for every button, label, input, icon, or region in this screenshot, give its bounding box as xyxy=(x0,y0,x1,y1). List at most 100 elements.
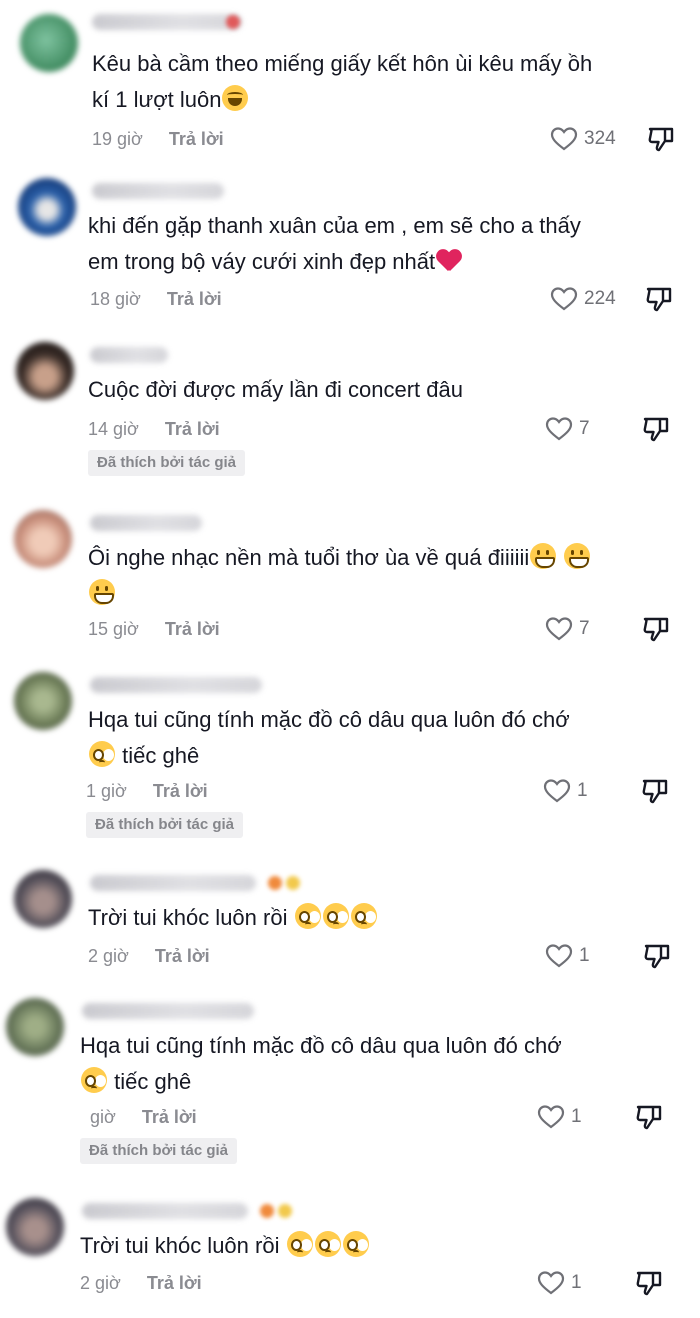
pleading-emoji-icon xyxy=(294,903,321,929)
comment-text: Hqa tui cũng tính mặc đồ cô dâu qua luôn… xyxy=(88,707,570,768)
heart-emoji-icon xyxy=(436,247,462,273)
comment-meta: 19 giờ Trả lời xyxy=(92,127,224,151)
grinning-emoji-icon xyxy=(530,543,557,569)
username[interactable] xyxy=(82,1203,248,1219)
comment-text: Trời tui khóc luôn rồi xyxy=(80,1228,370,1264)
username-emoji-icon xyxy=(226,15,240,29)
comment-time: 1 giờ xyxy=(86,781,127,801)
pleading-emoji-icon xyxy=(350,903,377,929)
dislike-button[interactable] xyxy=(634,1102,664,1132)
username[interactable] xyxy=(92,14,242,30)
liked-by-author-badge: Đã thích bởi tác giả xyxy=(80,1138,238,1164)
pleading-emoji-icon xyxy=(89,741,115,767)
like-button[interactable]: 1 xyxy=(537,1268,582,1298)
reply-button[interactable]: Trả lời xyxy=(142,1105,197,1129)
username[interactable] xyxy=(90,347,168,363)
dislike-button[interactable] xyxy=(641,414,671,444)
username-emoji-icon xyxy=(260,1204,274,1218)
avatar[interactable] xyxy=(14,510,72,568)
heart-icon xyxy=(545,944,573,968)
comment-text: Trời tui khóc luôn rồi xyxy=(88,900,378,936)
heart-icon xyxy=(537,1105,565,1129)
reply-button[interactable]: Trả lời xyxy=(165,617,220,641)
like-count: 1 xyxy=(571,1272,582,1293)
reply-button[interactable]: Trả lời xyxy=(147,1271,202,1295)
heart-icon xyxy=(545,617,573,641)
heart-icon xyxy=(543,779,571,803)
thumbs-down-icon xyxy=(643,417,669,442)
comment-meta: 14 giờ Trả lời xyxy=(88,417,220,441)
like-count: 7 xyxy=(579,618,590,639)
username[interactable] xyxy=(90,515,202,531)
comment-text: Ôi nghe nhạc nền mà tuổi thơ ùa về quá đ… xyxy=(88,540,591,612)
username[interactable] xyxy=(82,1003,254,1019)
avatar[interactable] xyxy=(16,342,74,400)
grinning-emoji-icon xyxy=(564,543,591,569)
thumbs-down-icon xyxy=(642,779,668,804)
reply-button[interactable]: Trả lời xyxy=(169,127,224,151)
comment-text: Hqa tui cũng tính mặc đồ cô dâu qua luôn… xyxy=(80,1033,562,1094)
dislike-button[interactable] xyxy=(646,124,676,154)
comment-meta: 2 giờ Trả lời xyxy=(88,944,210,968)
username[interactable] xyxy=(90,875,256,891)
avatar[interactable] xyxy=(14,870,72,928)
reply-button[interactable]: Trả lời xyxy=(153,779,208,803)
comment-meta: 15 giờ Trả lời xyxy=(88,617,220,641)
comment-time: 2 giờ xyxy=(88,946,129,966)
like-button[interactable]: 224 xyxy=(550,284,616,314)
like-count: 1 xyxy=(579,945,590,966)
dislike-button[interactable] xyxy=(634,1268,664,1298)
liked-by-author-badge: Đã thích bởi tác giả xyxy=(86,812,244,838)
like-button[interactable]: 7 xyxy=(545,414,590,444)
dislike-button[interactable] xyxy=(640,776,670,806)
username[interactable] xyxy=(90,677,262,693)
username-emoji-icon xyxy=(286,876,300,890)
avatar[interactable] xyxy=(18,178,76,236)
dislike-button[interactable] xyxy=(641,614,671,644)
username-emoji-icon xyxy=(268,876,282,890)
comment-time: 18 giờ xyxy=(90,289,141,309)
comment-meta: 1 giờ Trả lời xyxy=(86,779,208,803)
comment-time: 15 giờ xyxy=(88,619,139,639)
comment-time: 2 giờ xyxy=(80,1273,121,1293)
like-count: 1 xyxy=(577,780,588,801)
username-emoji-icon xyxy=(278,1204,292,1218)
avatar[interactable] xyxy=(6,998,64,1056)
heart-icon xyxy=(550,287,578,311)
reply-button[interactable]: Trả lời xyxy=(165,417,220,441)
thumbs-down-icon xyxy=(643,617,669,642)
thumbs-down-icon xyxy=(636,1105,662,1130)
comment-time: 14 giờ xyxy=(88,419,139,439)
pleading-emoji-icon xyxy=(314,1231,341,1257)
thumbs-down-icon xyxy=(646,287,672,312)
like-button[interactable]: 324 xyxy=(550,124,616,154)
pleading-emoji-icon xyxy=(81,1067,107,1093)
comment-text: Kêu bà cầm theo miếng giấy kết hôn ùi kê… xyxy=(92,51,593,112)
heart-icon xyxy=(550,127,578,151)
like-button[interactable]: 1 xyxy=(537,1102,582,1132)
like-button[interactable]: 1 xyxy=(543,776,588,806)
laughing-emoji-icon xyxy=(222,85,249,111)
avatar[interactable] xyxy=(14,672,72,730)
avatar[interactable] xyxy=(20,14,78,72)
pleading-emoji-icon xyxy=(322,903,349,929)
like-button[interactable]: 1 xyxy=(545,941,590,971)
dislike-button[interactable] xyxy=(644,284,674,314)
grinning-emoji-icon xyxy=(89,579,115,605)
thumbs-down-icon xyxy=(648,127,674,152)
dislike-button[interactable] xyxy=(642,941,672,971)
pleading-emoji-icon xyxy=(286,1231,313,1257)
like-count: 7 xyxy=(579,418,590,439)
like-count: 324 xyxy=(584,128,616,149)
avatar[interactable] xyxy=(6,1198,64,1256)
thumbs-down-icon xyxy=(636,1271,662,1296)
comment-text: khi đến gặp thanh xuân của em , em sẽ ch… xyxy=(88,213,581,274)
reply-button[interactable]: Trả lời xyxy=(155,944,210,968)
liked-by-author-badge: Đã thích bởi tác giả xyxy=(88,450,246,476)
comment-meta: 2 giờ Trả lời xyxy=(80,1271,202,1295)
like-button[interactable]: 7 xyxy=(545,614,590,644)
comment-text: Cuộc đời được mấy lần đi concert đâu xyxy=(88,377,463,402)
like-count: 224 xyxy=(584,288,616,309)
reply-button[interactable]: Trả lời xyxy=(167,287,222,311)
username[interactable] xyxy=(92,183,224,199)
